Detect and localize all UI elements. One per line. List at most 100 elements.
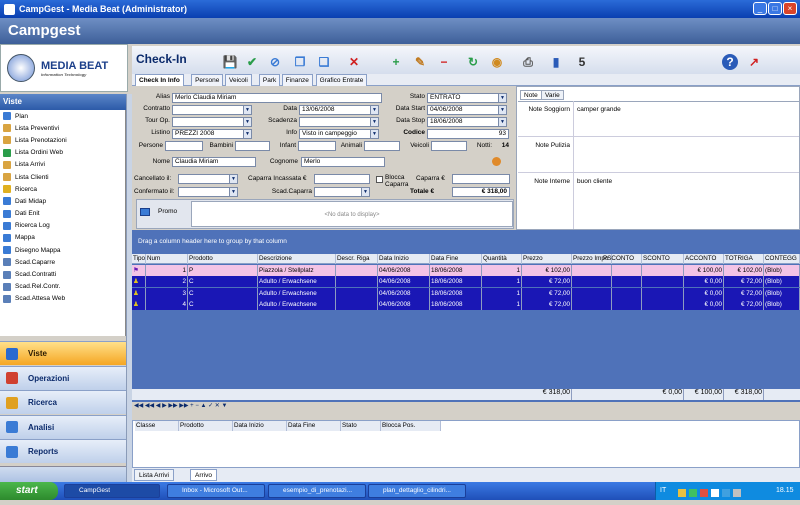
column-header-quantit[interactable]: Quantità bbox=[482, 254, 522, 264]
book-icon[interactable]: ▮ bbox=[548, 54, 564, 70]
duplicate-icon[interactable]: ❏ bbox=[316, 54, 332, 70]
table-row[interactable]: ♟ 4 C Adulto / Erwachsene 04/06/2008 18/06/20… bbox=[132, 298, 800, 310]
codice-field[interactable]: 93 bbox=[427, 129, 509, 139]
sidebar-item-scad-attesa-web[interactable]: Scad.Attesa Web bbox=[0, 293, 125, 305]
sidebar-item-dati-midap[interactable]: Dati Midap bbox=[0, 195, 125, 207]
caparra-field[interactable] bbox=[452, 174, 510, 184]
save-icon[interactable]: 💾 bbox=[222, 54, 238, 70]
column-header-psconto[interactable]: PSCONTO bbox=[602, 254, 642, 264]
veicoli-field[interactable] bbox=[431, 141, 467, 151]
column-header-num[interactable]: Num bbox=[146, 254, 188, 264]
section-operazioni[interactable]: Operazioni bbox=[0, 365, 126, 390]
data-stop-field[interactable]: 18/06/2008 bbox=[427, 117, 499, 127]
taskbar-item-3[interactable]: esempio_di_prenotazi... bbox=[268, 484, 366, 498]
stato-field[interactable]: ENTRATO bbox=[427, 93, 499, 103]
bottom-tab-arrivo[interactable]: Arrivo bbox=[190, 469, 217, 481]
sidebar-item-lista-arrivi[interactable]: Lista Arrivi bbox=[0, 159, 125, 171]
sidebar-item-disegno-mappa[interactable]: Disegno Mappa bbox=[0, 244, 125, 256]
info-dropdown-icon[interactable]: ▼ bbox=[370, 129, 379, 139]
bottom-column-header-prodotto[interactable]: Prodotto bbox=[179, 421, 233, 431]
sidebar-item-ricerca-log[interactable]: Ricerca Log bbox=[0, 220, 125, 232]
section-analisi[interactable]: Analisi bbox=[0, 414, 126, 439]
column-header-prezzo[interactable]: Prezzo bbox=[522, 254, 572, 264]
column-header-descrizione[interactable]: Descrizione bbox=[258, 254, 336, 264]
sidebar-item-scad-rel-contr[interactable]: Scad.Rel.Contr. bbox=[0, 281, 125, 293]
cancellato-field[interactable] bbox=[178, 174, 230, 184]
tab-veicoli[interactable]: Veicoli bbox=[225, 74, 252, 86]
scadenza-dropdown-icon[interactable]: ▼ bbox=[370, 117, 379, 127]
sidebar-item-lista-clienti[interactable]: Lista Clienti bbox=[0, 171, 125, 183]
table-row[interactable]: ⚑ 1 P Piazzola / Stellplatz 04/06/2008 18/06/… bbox=[132, 265, 800, 276]
column-header-acconto[interactable]: ACCONTO bbox=[684, 254, 724, 264]
person-icon[interactable] bbox=[492, 157, 501, 166]
confermato-dropdown-icon[interactable]: ▼ bbox=[229, 187, 238, 197]
data-dropdown-icon[interactable]: ▼ bbox=[370, 105, 379, 115]
scadenza-field[interactable] bbox=[299, 117, 371, 127]
data-field[interactable]: 13/06/2008 bbox=[299, 105, 371, 115]
data-stop-dropdown-icon[interactable]: ▼ bbox=[498, 117, 507, 127]
infant-field[interactable] bbox=[298, 141, 336, 151]
tab-check-in-info[interactable]: Check In Info bbox=[135, 74, 184, 86]
help-icon[interactable]: ? bbox=[722, 54, 738, 70]
delete-icon[interactable]: ✕ bbox=[346, 54, 362, 70]
tab-persone[interactable]: Persone bbox=[191, 74, 224, 86]
nome-field[interactable]: Claudia Miriam bbox=[172, 157, 256, 167]
confermato-field[interactable] bbox=[178, 187, 230, 197]
tab-varie[interactable]: Varie bbox=[541, 90, 564, 100]
copy-icon[interactable]: ❐ bbox=[292, 54, 308, 70]
data-start-dropdown-icon[interactable]: ▼ bbox=[498, 105, 507, 115]
column-header-prodotto[interactable]: Prodotto bbox=[188, 254, 258, 264]
alias-field[interactable]: Merlo Claudia Miriam bbox=[172, 93, 382, 103]
cognome-field[interactable]: Merlo bbox=[301, 157, 385, 167]
table-row[interactable]: ♟ 2 C Adulto / Erwachsene 04/06/2008 18/06/20… bbox=[132, 276, 800, 288]
bottom-column-header-classe[interactable]: Classe bbox=[135, 421, 179, 431]
tab-note[interactable]: Note bbox=[520, 90, 542, 100]
attach-icon[interactable]: ⊘ bbox=[267, 54, 283, 70]
info-field[interactable]: Visto in campeggio bbox=[299, 129, 371, 139]
grid-navigator[interactable]: ◀◀ ◀◀ ◀ ▶ ▶▶ ▶▶ + − ▲ ✓ ✕ ▼ bbox=[132, 402, 800, 412]
column-header-descr-riga[interactable]: Descr. Riga bbox=[336, 254, 378, 264]
tab-park[interactable]: Park bbox=[258, 74, 281, 86]
scad-caparra-field[interactable] bbox=[314, 187, 362, 197]
column-header-data-inizio[interactable]: Data Inizio bbox=[378, 254, 430, 264]
contratto-dropdown-icon[interactable]: ▼ bbox=[243, 105, 252, 115]
tab-grafico-entrate[interactable]: Grafico Entrate bbox=[315, 74, 368, 86]
caparra-incassata-field[interactable] bbox=[314, 174, 370, 184]
persone-field[interactable] bbox=[165, 141, 203, 151]
contratto-field[interactable] bbox=[172, 105, 244, 115]
sidebar-item-lista-ordini-web[interactable]: Lista Ordini Web bbox=[0, 147, 125, 159]
taskbar-item-1[interactable]: CampGest bbox=[64, 484, 160, 498]
note-soggiorno-text[interactable]: camper grande bbox=[577, 106, 621, 113]
column-header-data-fine[interactable]: Data Fine bbox=[430, 254, 482, 264]
blocca-caparra-checkbox[interactable] bbox=[376, 176, 383, 183]
sidebar-item-dati-enit[interactable]: Dati Enit bbox=[0, 208, 125, 220]
bottom-column-header-stato[interactable]: Stato bbox=[341, 421, 381, 431]
export-icon[interactable]: ↗ bbox=[746, 54, 762, 70]
taskbar-item-2[interactable]: Inbox - Microsoft Out... bbox=[167, 484, 265, 498]
sidebar-item-mappa[interactable]: Mappa bbox=[0, 232, 125, 244]
minimize-button[interactable]: _ bbox=[753, 2, 767, 15]
edit-icon[interactable]: ✎ bbox=[412, 54, 428, 70]
column-header-contegg[interactable]: CONTEGG bbox=[764, 254, 800, 264]
bottom-tab-lista-arrivi[interactable]: Lista Arrivi bbox=[134, 469, 174, 481]
column-header-totriga[interactable]: TOTRIGA bbox=[724, 254, 764, 264]
close-button[interactable]: × bbox=[783, 2, 797, 15]
sidebar-item-ricerca[interactable]: Ricerca bbox=[0, 183, 125, 195]
section-ricerca[interactable]: Ricerca bbox=[0, 390, 126, 415]
maximize-button[interactable]: □ bbox=[768, 2, 782, 15]
stato-dropdown-icon[interactable]: ▼ bbox=[498, 93, 507, 103]
sidebar-item-scad-contratti[interactable]: Scad.Contratti bbox=[0, 268, 125, 280]
bambini-field[interactable] bbox=[235, 141, 270, 151]
bottom-column-header-data-fine[interactable]: Data Fine bbox=[287, 421, 341, 431]
cancellato-dropdown-icon[interactable]: ▼ bbox=[229, 174, 238, 184]
tour-field[interactable] bbox=[172, 117, 244, 127]
taskbar-item-4[interactable]: plan_dettaglio_cilindri... bbox=[368, 484, 466, 498]
tray-icons[interactable] bbox=[678, 487, 773, 497]
sidebar-item-scad-caparre[interactable]: Scad.Caparre bbox=[0, 256, 125, 268]
sidebar-item-lista-prenotazioni[interactable]: Lista Prenotazioni bbox=[0, 134, 125, 146]
data-start-field[interactable]: 04/06/2008 bbox=[427, 105, 499, 115]
tab-finanze[interactable]: Finanze bbox=[281, 74, 313, 86]
listino-dropdown-icon[interactable]: ▼ bbox=[243, 129, 252, 139]
print-icon[interactable]: ⎙ bbox=[520, 54, 536, 70]
animali-field[interactable] bbox=[364, 141, 400, 151]
